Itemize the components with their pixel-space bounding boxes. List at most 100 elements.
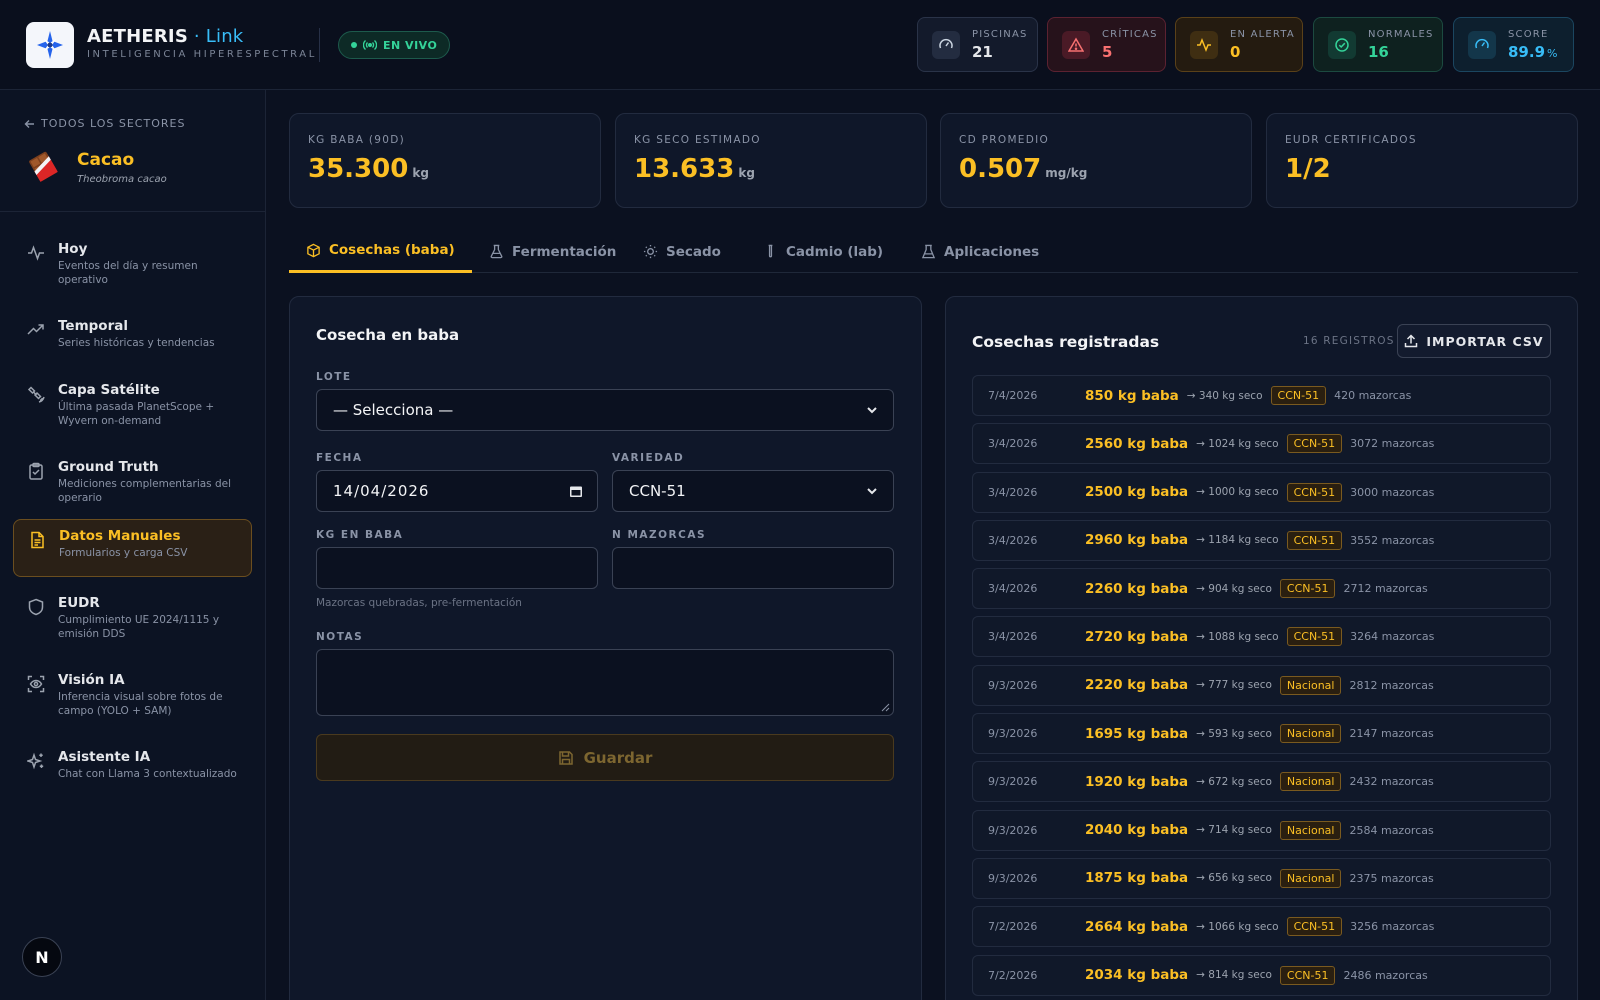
sidebar-item-desc: Cumplimiento UE 2024/1115 y emisión DDS [58,614,220,640]
kpi-kg-baba: KG BABA (90D) 35.300 kg [289,113,601,208]
stat-label: EN ALERTA [1230,28,1295,40]
stat-piscinas[interactable]: PISCINAS 21 [917,17,1038,72]
gauge-icon [1468,30,1496,59]
sidebar-item-hoy[interactable]: Hoy Eventos del día y resumen operativo [13,233,252,295]
notas-textarea[interactable] [316,649,894,716]
lote-select[interactable]: — Selecciona — [316,389,894,431]
flask-icon [490,244,503,259]
tab-fermentacion[interactable]: Fermentación [472,230,633,273]
record-mazorcas: 2584 mazorcas [1349,823,1434,837]
record-variety-badge: CCN-51 [1286,917,1343,937]
record-variety-badge: Nacional [1279,868,1342,888]
record-variety-badge: Nacional [1279,675,1342,695]
sidebar-item-temporal[interactable]: Temporal Series históricas y tendencias [13,310,252,359]
check-circle-icon [1328,30,1356,59]
calendar-icon [570,486,582,497]
record-kg-baba: 1695 kg baba [1085,725,1189,742]
activity-icon [1190,30,1218,59]
sun-icon [643,244,658,259]
fecha-input[interactable]: 14/04/2026 [316,470,598,512]
record-row[interactable]: 9/3/2026 2220 kg baba → 777 kg seco Naciona… [972,664,1551,706]
record-row[interactable]: 3/4/2026 2560 kg baba → 1024 kg seco CCN-51… [972,423,1551,465]
sidebar-item-asistente-ia[interactable]: Asistente IA Chat con Llama 3 contextual… [13,741,252,790]
stat-value: 16 [1368,42,1389,61]
sidebar-item-datos-manuales[interactable]: Datos Manuales Formularios y carga CSV [13,519,252,577]
tab-aplicaciones[interactable]: Aplicaciones [904,230,1056,273]
record-row[interactable]: 7/2/2026 2034 kg baba → 814 kg seco CCN-51 2… [972,954,1551,996]
record-row[interactable]: 7/4/2026 850 kg baba → 340 kg seco CCN-51 42… [972,375,1551,416]
record-kg-seco: → 340 kg seco [1186,389,1263,402]
kg-baba-label: KG EN BABA [316,529,404,541]
sidebar-item-desc: Inferencia visual sobre fotos de campo (… [58,691,223,717]
kpi-number: 35.300 [308,154,409,184]
kpi-label: CD PROMEDIO [959,134,1050,146]
record-row[interactable]: 3/4/2026 2720 kg baba → 1088 kg seco CCN-51… [972,616,1551,658]
record-main: 2034 kg baba → 814 kg seco CCN-51 2486 mazo… [1085,965,1428,985]
records-title: Cosechas registradas [972,333,1160,351]
sector-name: Cacao [77,150,135,170]
kpi-unit: kg [738,166,755,180]
records-count: 16 REGISTROS [1303,335,1395,347]
record-row[interactable]: 3/4/2026 2500 kg baba → 1000 kg seco CCN-51… [972,471,1551,513]
logo[interactable] [26,22,74,68]
record-variety-badge: Nacional [1279,724,1342,744]
record-main: 2500 kg baba → 1000 kg seco CCN-51 3000 maz… [1085,482,1434,502]
record-row[interactable]: 3/4/2026 2260 kg baba → 904 kg seco CCN-51 2… [972,568,1551,610]
sidebar-item-vision-ia[interactable]: Visión IA Inferencia visual sobre fotos … [13,664,252,726]
stat-score[interactable]: SCORE 89.9% [1453,17,1574,72]
save-button[interactable]: Guardar [316,734,894,781]
record-main: 2220 kg baba → 777 kg seco Nacional 2812 ma… [1085,675,1434,695]
record-row[interactable]: 7/2/2026 2664 kg baba → 1066 kg seco CCN-51… [972,906,1551,948]
record-date: 3/4/2026 [988,533,1038,547]
import-csv-button[interactable]: IMPORTAR CSV [1397,324,1551,358]
sidebar-item-title: Visión IA [58,672,125,688]
sidebar-item-desc: Series históricas y tendencias [58,337,215,349]
stat-value: 89.9% [1508,43,1557,61]
mazorcas-input[interactable] [612,547,894,589]
record-mazorcas: 3072 mazorcas [1350,437,1435,451]
tab-bar: Cosechas (baba) Fermentación Secado Cadm… [289,230,1578,273]
harvest-form-panel: Cosecha en baba LOTE — Selecciona — FECH… [289,296,922,1000]
record-kg-seco: → 714 kg seco [1196,824,1272,837]
record-row[interactable]: 9/3/2026 1920 kg baba → 672 kg seco Naciona… [972,761,1551,803]
sidebar-item-desc: Última pasada PlanetScope + Wyvern on-de… [58,401,215,427]
upload-icon [1405,334,1418,348]
sidebar-item-title: Asistente IA [58,749,151,765]
record-date: 3/4/2026 [988,630,1038,644]
record-row[interactable]: 9/3/2026 2040 kg baba → 714 kg seco Naciona… [972,809,1551,851]
record-row[interactable]: 9/3/2026 1695 kg baba → 593 kg seco Naciona… [972,713,1551,755]
variedad-value: CCN-51 [629,482,686,500]
sidebar-item-eudr[interactable]: EUDR Cumplimiento UE 2024/1115 y emisión… [13,587,252,649]
tab-cadmio[interactable]: Cadmio (lab) [746,230,900,273]
record-kg-baba: 2500 kg baba [1085,484,1189,501]
record-kg-baba: 1875 kg baba [1085,870,1189,887]
stat-en-alerta[interactable]: EN ALERTA 0 [1175,17,1303,72]
record-date: 3/4/2026 [988,582,1038,596]
back-link[interactable]: TODOS LOS SECTORES [24,117,185,130]
sidebar-item-ground-truth[interactable]: Ground Truth Mediciones complementarias … [13,451,252,513]
records-panel: Cosechas registradas 16 REGISTROS IMPORT… [945,296,1578,1000]
tab-cosechas[interactable]: Cosechas (baba) [289,230,472,273]
n-badge[interactable]: N [22,937,62,977]
record-mazorcas: 2375 mazorcas [1349,871,1434,885]
stat-normales[interactable]: NORMALES 16 [1313,17,1443,72]
record-kg-seco: → 814 kg seco [1196,969,1272,982]
record-row[interactable]: 3/4/2026 2960 kg baba → 1184 kg seco CCN-51… [972,519,1551,561]
scan-eye-icon [27,675,45,693]
radio-icon [363,39,377,51]
kg-baba-input[interactable] [316,547,598,589]
variedad-label: VARIEDAD [612,452,685,464]
save-icon [558,750,573,765]
variedad-select[interactable]: CCN-51 [612,470,894,512]
stat-criticas[interactable]: CRÍTICAS 5 [1047,17,1166,72]
record-row[interactable]: 9/3/2026 1875 kg baba → 656 kg seco Naciona… [972,857,1551,899]
tab-secado[interactable]: Secado [626,230,738,273]
activity-icon [28,245,44,261]
record-kg-baba: 2560 kg baba [1085,435,1189,452]
arrow-left-icon [24,119,34,128]
sidebar-item-title: Ground Truth [58,459,159,475]
record-variety-badge: Nacional [1279,820,1342,840]
sparkles-icon [27,752,44,770]
record-variety-badge: CCN-51 [1286,627,1343,647]
sidebar-item-capa-satelite[interactable]: Capa Satélite Última pasada PlanetScope … [13,374,252,436]
